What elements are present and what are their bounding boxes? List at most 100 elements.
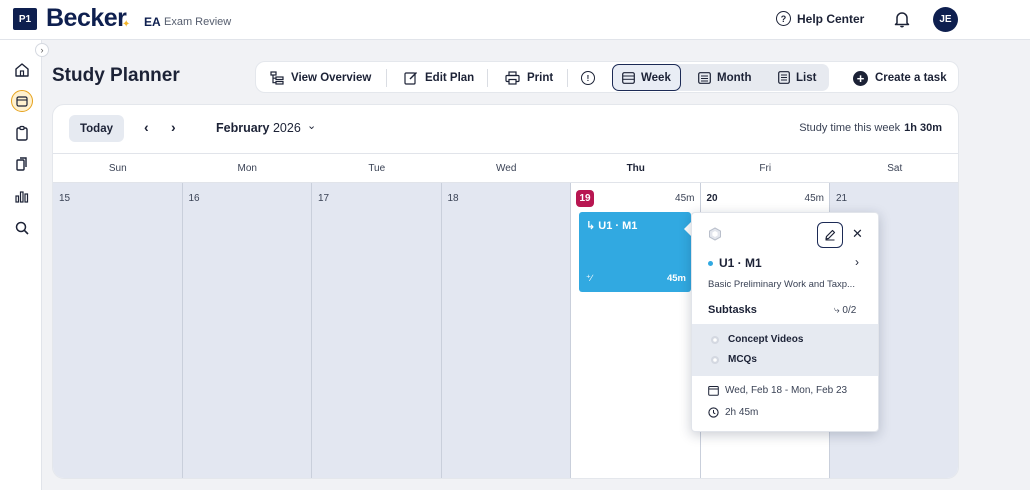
day-header-wed: Wed: [496, 163, 517, 174]
product-name: Exam Review: [164, 16, 232, 28]
printer-icon: [505, 71, 520, 85]
page-title: Study Planner: [52, 65, 180, 86]
sidebar-expand-toggle[interactable]: ›: [35, 43, 49, 57]
view-switcher: Week Month List: [612, 64, 829, 91]
subtask-status-icon: [711, 355, 719, 364]
edit-plan-button[interactable]: Edit Plan: [404, 62, 474, 94]
print-label: Print: [527, 72, 554, 84]
module-hexagon-icon: [709, 227, 721, 241]
create-task-label: Create a task: [875, 72, 947, 84]
print-button[interactable]: Print: [505, 62, 553, 94]
chart-icon[interactable]: [12, 186, 32, 206]
chevron-right-icon[interactable]: ›: [855, 255, 859, 269]
day-header-row: Sun Mon Tue Wed Thu Fri Sat: [53, 153, 958, 183]
info-button[interactable]: !: [581, 62, 595, 94]
pencil-icon: [825, 229, 836, 241]
task-detail-popover: ✕ U1 · M1 › Basic Preliminary Work and T…: [691, 212, 879, 432]
day-duration: 45m: [675, 193, 695, 204]
subtask-status-icon: [711, 335, 719, 344]
today-badge: 19: [576, 190, 594, 207]
subtask-label: Concept Videos: [728, 334, 804, 345]
tab-list[interactable]: List: [778, 64, 816, 91]
month-icon: [698, 71, 711, 84]
tab-week[interactable]: Week: [612, 64, 681, 91]
day-cell[interactable]: 15: [53, 183, 183, 478]
help-center-link[interactable]: ? Help Center: [776, 11, 864, 26]
study-time-label: Study time this week: [799, 122, 901, 134]
plus-icon: +: [853, 70, 868, 86]
popover-task-title[interactable]: U1 · M1: [708, 256, 762, 270]
day-header-fri: Fri: [759, 163, 772, 174]
tree-icon: [270, 71, 284, 85]
day-number: 16: [188, 193, 200, 204]
popover-pointer: [684, 222, 691, 236]
study-task-event[interactable]: ↳ U1 · M1 ⁺∕ 45m: [579, 212, 691, 292]
sidebar-item-calendar[interactable]: [11, 90, 33, 112]
edit-plan-label: Edit Plan: [425, 72, 475, 84]
day-header-sat: Sat: [887, 163, 903, 174]
tab-week-label: Week: [641, 71, 671, 84]
day-number: 18: [447, 193, 459, 204]
day-cell[interactable]: 18: [441, 183, 571, 478]
task-total-time: 2h 45m: [708, 407, 758, 418]
study-time-value: 1h 30m: [904, 122, 942, 134]
brand-star-icon: ✦: [122, 19, 131, 30]
logo-badge[interactable]: P1: [13, 8, 37, 30]
subtask-label: MCQs: [728, 354, 757, 365]
search-icon[interactable]: [12, 218, 32, 238]
month-year: 2026: [272, 121, 301, 135]
toolbar-divider: [567, 69, 568, 87]
help-icon: ?: [776, 11, 791, 26]
brand-logo[interactable]: Becker: [46, 4, 127, 33]
day-duration: 45m: [804, 193, 824, 204]
day-header-sun: Sun: [108, 163, 127, 174]
calendar-icon: [708, 386, 719, 396]
month-selector[interactable]: February 2026: [216, 121, 301, 135]
day-header-thu: Thu: [626, 163, 645, 174]
next-week-button[interactable]: ›: [171, 119, 176, 135]
day-cell[interactable]: 16: [182, 183, 312, 478]
avatar[interactable]: JE: [933, 7, 958, 32]
day-header-mon: Mon: [237, 163, 257, 174]
day-number: 17: [318, 193, 330, 204]
subtask-item[interactable]: Concept Videos: [710, 334, 803, 345]
tab-month-label: Month: [717, 71, 752, 84]
view-overview-button[interactable]: View Overview: [270, 62, 371, 94]
create-task-button[interactable]: + Create a task: [853, 62, 947, 94]
subtasks-list: Concept Videos MCQs: [692, 324, 878, 376]
study-time-summary: Study time this week 1h 30m: [799, 122, 942, 134]
toolbar-divider: [487, 69, 488, 87]
edit-task-button[interactable]: [817, 222, 843, 248]
day-number: 15: [59, 193, 71, 204]
day-cell[interactable]: 17: [312, 183, 442, 478]
week-icon: [622, 71, 635, 84]
previous-week-button[interactable]: ‹: [144, 119, 149, 135]
documents-icon[interactable]: [12, 154, 32, 174]
chevron-down-icon[interactable]: ⌄: [307, 119, 316, 132]
event-title: U1 · M1: [598, 220, 638, 232]
sparkle-icon: ⁺∕: [586, 273, 593, 283]
product-code: EA: [144, 15, 161, 29]
subtask-arrow-icon: ↳: [586, 220, 596, 232]
subtask-item[interactable]: MCQs: [710, 354, 757, 365]
toolbar-divider: [386, 69, 387, 87]
subtasks-counter: ⤷ 0/2: [834, 305, 856, 316]
subtask-branch-icon: ⤷: [834, 305, 840, 316]
top-header: P1 Becker ✦ EA Exam Review ? Help Center…: [0, 0, 1030, 40]
day-number: 20: [706, 193, 718, 204]
popover-title-text: U1 · M1: [719, 256, 762, 270]
today-button[interactable]: Today: [69, 115, 124, 142]
sidebar: [0, 40, 42, 490]
close-icon[interactable]: ✕: [852, 226, 863, 242]
bell-icon[interactable]: [893, 10, 911, 28]
list-icon: [778, 71, 790, 84]
subtasks-count: 0/2: [842, 305, 857, 316]
task-description: Basic Preliminary Work and Taxp...: [708, 279, 855, 290]
task-date-range: Wed, Feb 18 - Mon, Feb 23: [708, 385, 847, 396]
day-header-tue: Tue: [368, 163, 386, 174]
info-icon: !: [581, 71, 595, 85]
home-icon[interactable]: [12, 60, 32, 80]
clipboard-icon[interactable]: [12, 123, 32, 143]
tab-month[interactable]: Month: [698, 64, 751, 91]
tab-list-label: List: [796, 71, 817, 84]
